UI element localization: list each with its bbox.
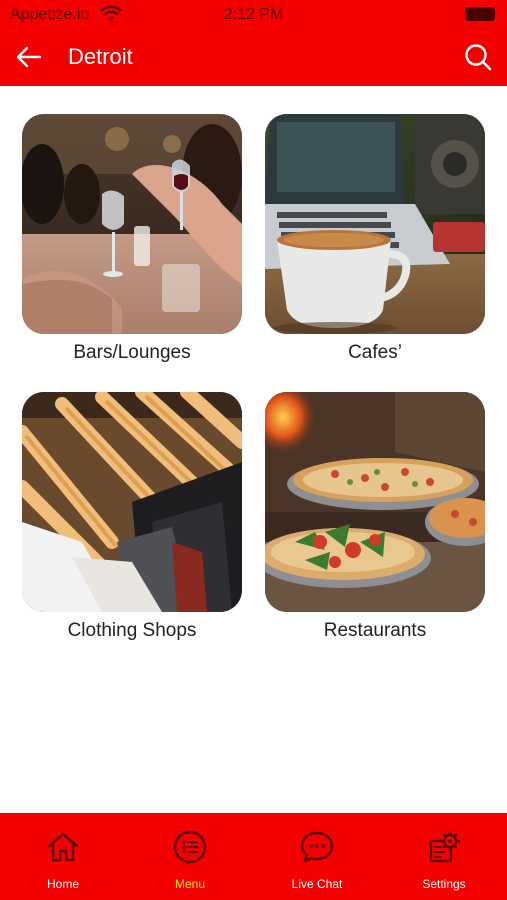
status-bar: Appetize.io 2:12 PM: [0, 0, 507, 30]
category-card-restaurants[interactable]: Restaurants: [265, 392, 485, 641]
category-label: Bars/Lounges: [73, 342, 191, 363]
menu-list-icon: [173, 830, 207, 864]
cafe-photo: [265, 114, 485, 334]
tab-live-chat[interactable]: Live Chat: [254, 813, 380, 900]
home-icon: [47, 832, 79, 862]
clock: 2:12 PM: [223, 6, 284, 23]
tab-label-live-chat: Live Chat: [291, 877, 343, 891]
category-label: Cafes’: [348, 342, 402, 363]
category-card-bars-lounges[interactable]: Bars/Lounges: [22, 114, 242, 363]
category-label: Clothing Shops: [67, 620, 197, 641]
tab-settings[interactable]: Settings: [381, 813, 507, 900]
page-title: Detroit: [68, 44, 133, 69]
bottom-tab-bar: Home Menu Live Chat Settings: [0, 813, 507, 900]
category-label: Restaurants: [323, 620, 427, 641]
back-arrow-icon[interactable]: [14, 42, 44, 72]
category-card-cafes[interactable]: Cafes’: [265, 114, 485, 363]
tab-label-menu: Menu: [174, 877, 206, 891]
chat-bubble-icon: [300, 831, 334, 863]
clothing-photo: [22, 392, 242, 612]
search-icon[interactable]: [463, 42, 493, 72]
tab-menu[interactable]: Menu: [127, 813, 253, 900]
settings-gear-icon: [429, 830, 461, 863]
category-card-clothing-shops[interactable]: Clothing Shops: [22, 392, 242, 641]
tab-home[interactable]: Home: [0, 813, 126, 900]
tab-label-settings: Settings: [422, 877, 466, 891]
app-header: Detroit: [0, 30, 507, 86]
tab-label-home: Home: [46, 877, 79, 891]
restaurant-photo: [265, 392, 485, 612]
bar-photo: [22, 114, 242, 334]
battery-icon: [465, 7, 495, 21]
